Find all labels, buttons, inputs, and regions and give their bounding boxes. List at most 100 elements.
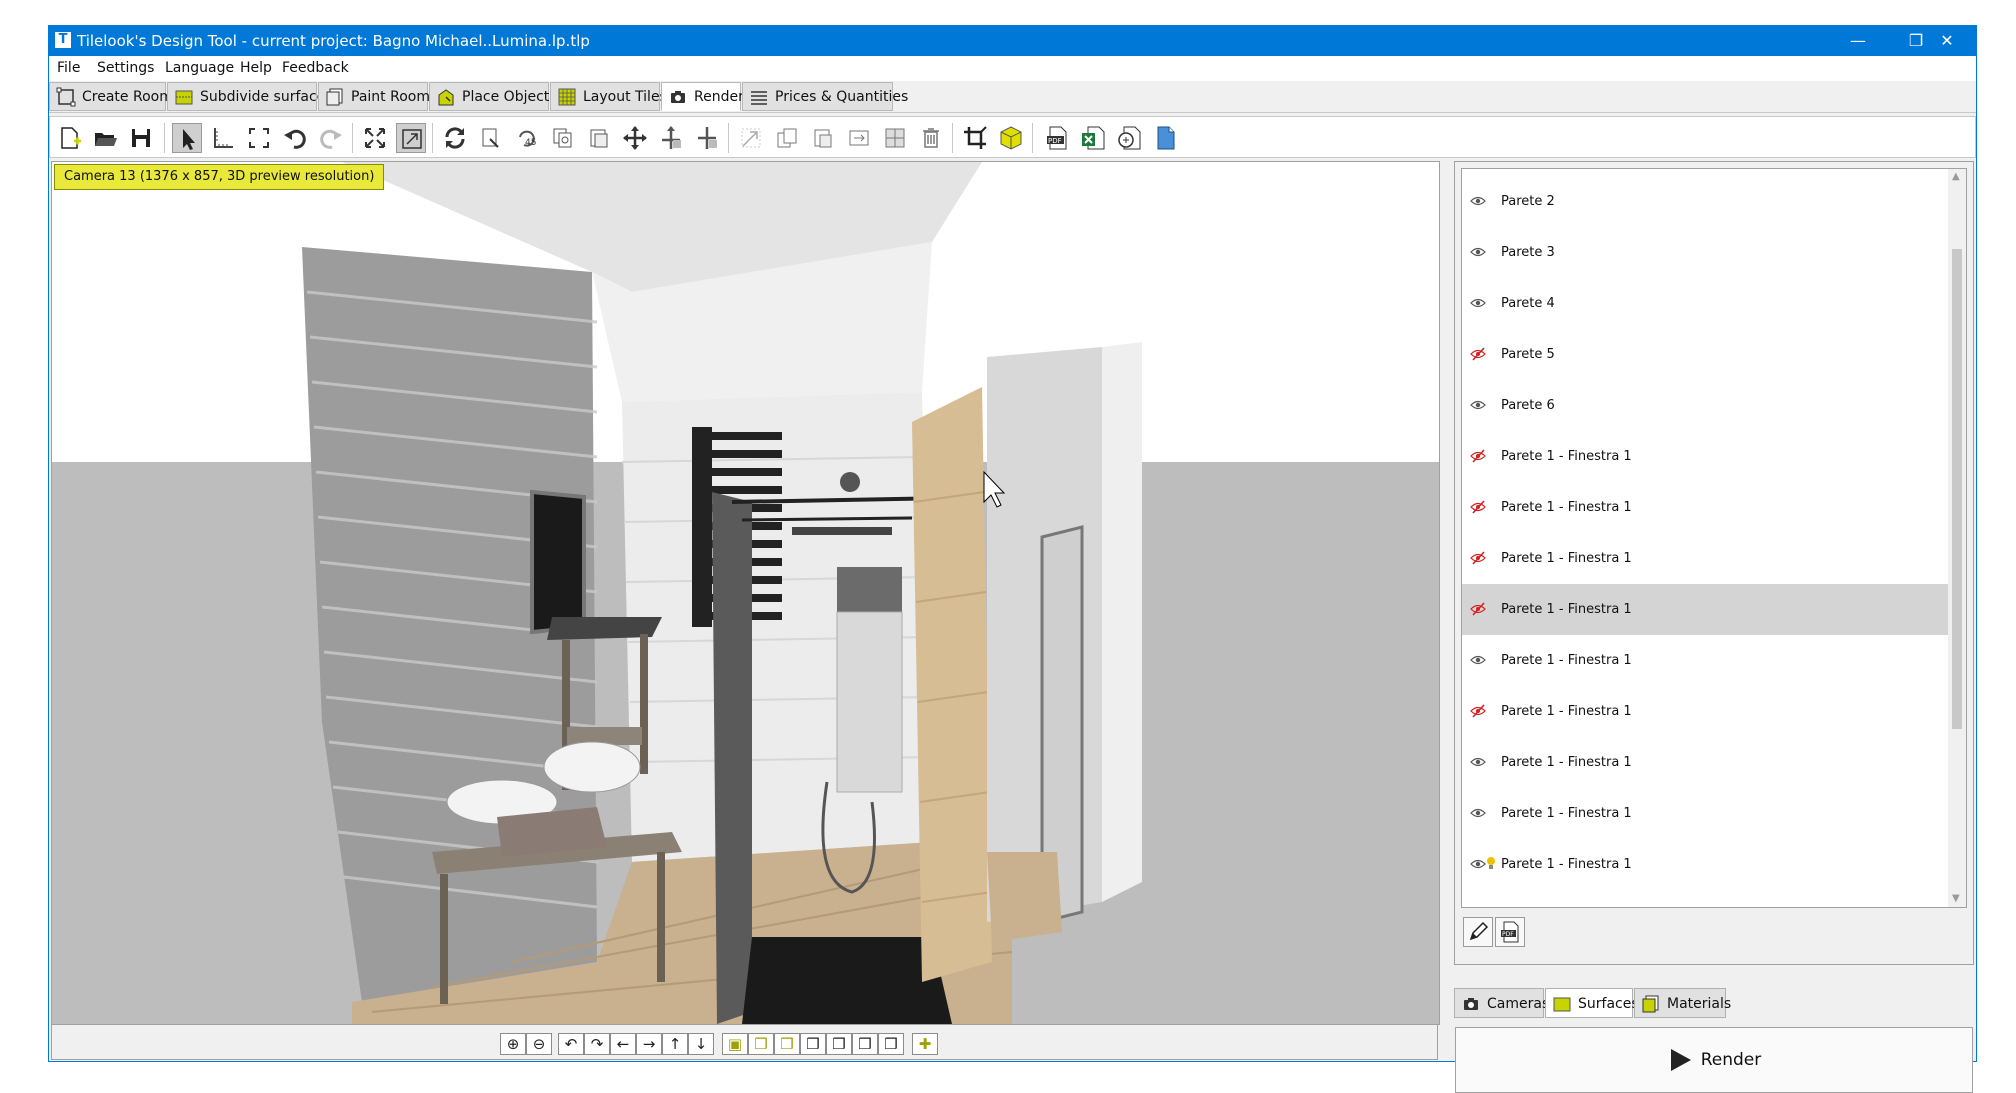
scroll-up-arrow[interactable]: ▲ [1952,171,1960,182]
paste-object-button[interactable] [584,123,614,153]
view-right-button[interactable]: ❒ [800,1033,826,1055]
open-project-button[interactable] [90,123,120,153]
tab-paint-room[interactable]: Paint Room [318,82,430,111]
view-perspective-button[interactable]: ❒ [878,1033,904,1055]
surface-row[interactable]: Parete 1 - Finestra 1 [1462,635,1948,686]
render-button[interactable]: Render [1455,1027,1973,1093]
view-top-button[interactable]: ▣ [722,1033,748,1055]
eye-icon[interactable] [1470,805,1486,821]
eye-icon[interactable] [1470,754,1486,770]
eye-hidden-icon[interactable] [1470,703,1486,719]
tab-place-objects[interactable]: Place Objects [429,82,557,111]
surface-row[interactable]: Parete 1 - Finestra 1 [1462,737,1948,788]
view-front-button[interactable]: ❒ [748,1033,774,1055]
surface-row[interactable]: Parete 1 - Finestra 1 [1462,839,1948,890]
menu-settings[interactable]: Settings [89,56,162,81]
scroll-thumb[interactable] [1952,249,1962,729]
list-scrollbar[interactable]: ▲ ▼ [1948,169,1966,907]
export-excel-button[interactable] [1078,123,1108,153]
surface-row[interactable]: Parete 1 - Finestra 1 [1462,890,1948,908]
tab-create-room[interactable]: Create Room [49,82,173,111]
export-3d-button[interactable] [1114,123,1144,153]
duplicate-button[interactable] [772,123,802,153]
eye-icon[interactable] [1470,244,1486,260]
pan-down-button[interactable]: ↓ [688,1033,714,1055]
move-vertical-button[interactable] [656,123,686,153]
undo-button[interactable] [280,123,310,153]
surface-row[interactable]: Parete 1 - Finestra 1 [1462,788,1948,839]
select-tool-button[interactable] [172,123,202,153]
add-camera-button[interactable]: ✚ [912,1033,938,1055]
pan-left-button[interactable]: ← [610,1033,636,1055]
measure-tool-button[interactable] [208,123,238,153]
crop-button[interactable] [960,123,990,153]
save-project-button[interactable] [126,123,156,153]
pan-up-button[interactable]: ↑ [662,1033,688,1055]
view-iso-button[interactable]: ❒ [852,1033,878,1055]
eye-hidden-icon[interactable] [1470,346,1486,362]
surface-row[interactable]: Parete 3 [1462,227,1948,278]
view-back-button[interactable]: ❒ [826,1033,852,1055]
surface-row[interactable]: Parete 6 [1462,380,1948,431]
menu-help[interactable]: Help [232,56,280,81]
eye-hidden-icon[interactable] [1470,601,1486,617]
rotate-right-button[interactable]: ↷ [584,1033,610,1055]
eye-hidden-icon[interactable] [1470,499,1486,515]
view-left-button[interactable]: ❒ [774,1033,800,1055]
eye-icon[interactable] [1470,295,1486,311]
tab-materials[interactable]: Materials [1634,988,1731,1018]
surface-row[interactable]: Parete 5 [1462,329,1948,380]
export-document-button[interactable] [1150,123,1180,153]
move-depth-button[interactable] [692,123,722,153]
rotate-left-button[interactable]: ↶ [558,1033,584,1055]
eye-hidden-icon[interactable] [1470,907,1486,908]
fit-view-button[interactable] [396,123,426,153]
menu-file[interactable]: File [49,56,88,81]
scroll-down-arrow[interactable]: ▼ [1952,893,1960,904]
surfaces-list[interactable]: Parete 2 Parete 3 Parete 4 Parete 5 Parete 6… [1461,168,1967,908]
surface-row[interactable]: Parete 1 - Finestra 1 [1462,584,1948,635]
edit-surface-button[interactable] [1463,917,1493,947]
eye-icon[interactable] [1470,856,1486,872]
zoom-extents-button[interactable] [360,123,390,153]
tab-layout-tiles[interactable]: Layout Tiles [550,82,667,111]
pan-right-button[interactable]: → [636,1033,662,1055]
surface-row[interactable]: Parete 1 - Finestra 1 [1462,431,1948,482]
tab-render[interactable]: Render [661,82,744,111]
paste-special-button[interactable] [808,123,838,153]
close-button[interactable]: ✕ [1918,26,1976,56]
copy-object-button[interactable] [548,123,578,153]
redo-button[interactable] [316,123,346,153]
new-project-button[interactable] [54,123,84,153]
rotate-45-button[interactable]: 45 [512,123,542,153]
surface-row[interactable]: Parete 2 [1462,176,1948,227]
surface-row[interactable]: Parete 1 - Finestra 1 [1462,482,1948,533]
mirror-button[interactable] [844,123,874,153]
3d-view-button[interactable] [996,123,1026,153]
eye-icon[interactable] [1470,652,1486,668]
render-viewport[interactable]: Camera 13 (1376 x 857, 3D preview resolu… [51,161,1440,1025]
frame-tool-button[interactable] [244,123,274,153]
move-button[interactable] [620,123,650,153]
eye-hidden-icon[interactable] [1470,550,1486,566]
eye-hidden-icon[interactable] [1470,448,1486,464]
zoom-in-button[interactable]: ⊕ [500,1033,526,1055]
menu-feedback[interactable]: Feedback [274,56,357,81]
align-button[interactable] [736,123,766,153]
tab-subdivide-surfaces[interactable]: Subdivide surfaces [167,82,333,111]
surface-row[interactable]: Parete 1 - Finestra 1 [1462,686,1948,737]
tab-surfaces[interactable]: Surfaces [1545,988,1639,1018]
tab-cameras[interactable]: Cameras [1454,988,1549,1018]
surface-row[interactable]: Parete 1 - Finestra 1 [1462,533,1948,584]
surface-pdf-button[interactable]: PDF [1495,917,1525,947]
minimize-button[interactable]: — [1829,26,1887,56]
edit-object-button[interactable] [476,123,506,153]
delete-button[interactable] [916,123,946,153]
tab-prices-quantities[interactable]: Prices & Quantities [742,82,908,111]
eye-icon[interactable] [1470,397,1486,413]
refresh-button[interactable] [440,123,470,153]
export-pdf-button[interactable]: PDF [1042,123,1072,153]
menu-language[interactable]: Language [157,56,242,81]
surface-row[interactable]: Parete 4 [1462,278,1948,329]
grid-button[interactable] [880,123,910,153]
